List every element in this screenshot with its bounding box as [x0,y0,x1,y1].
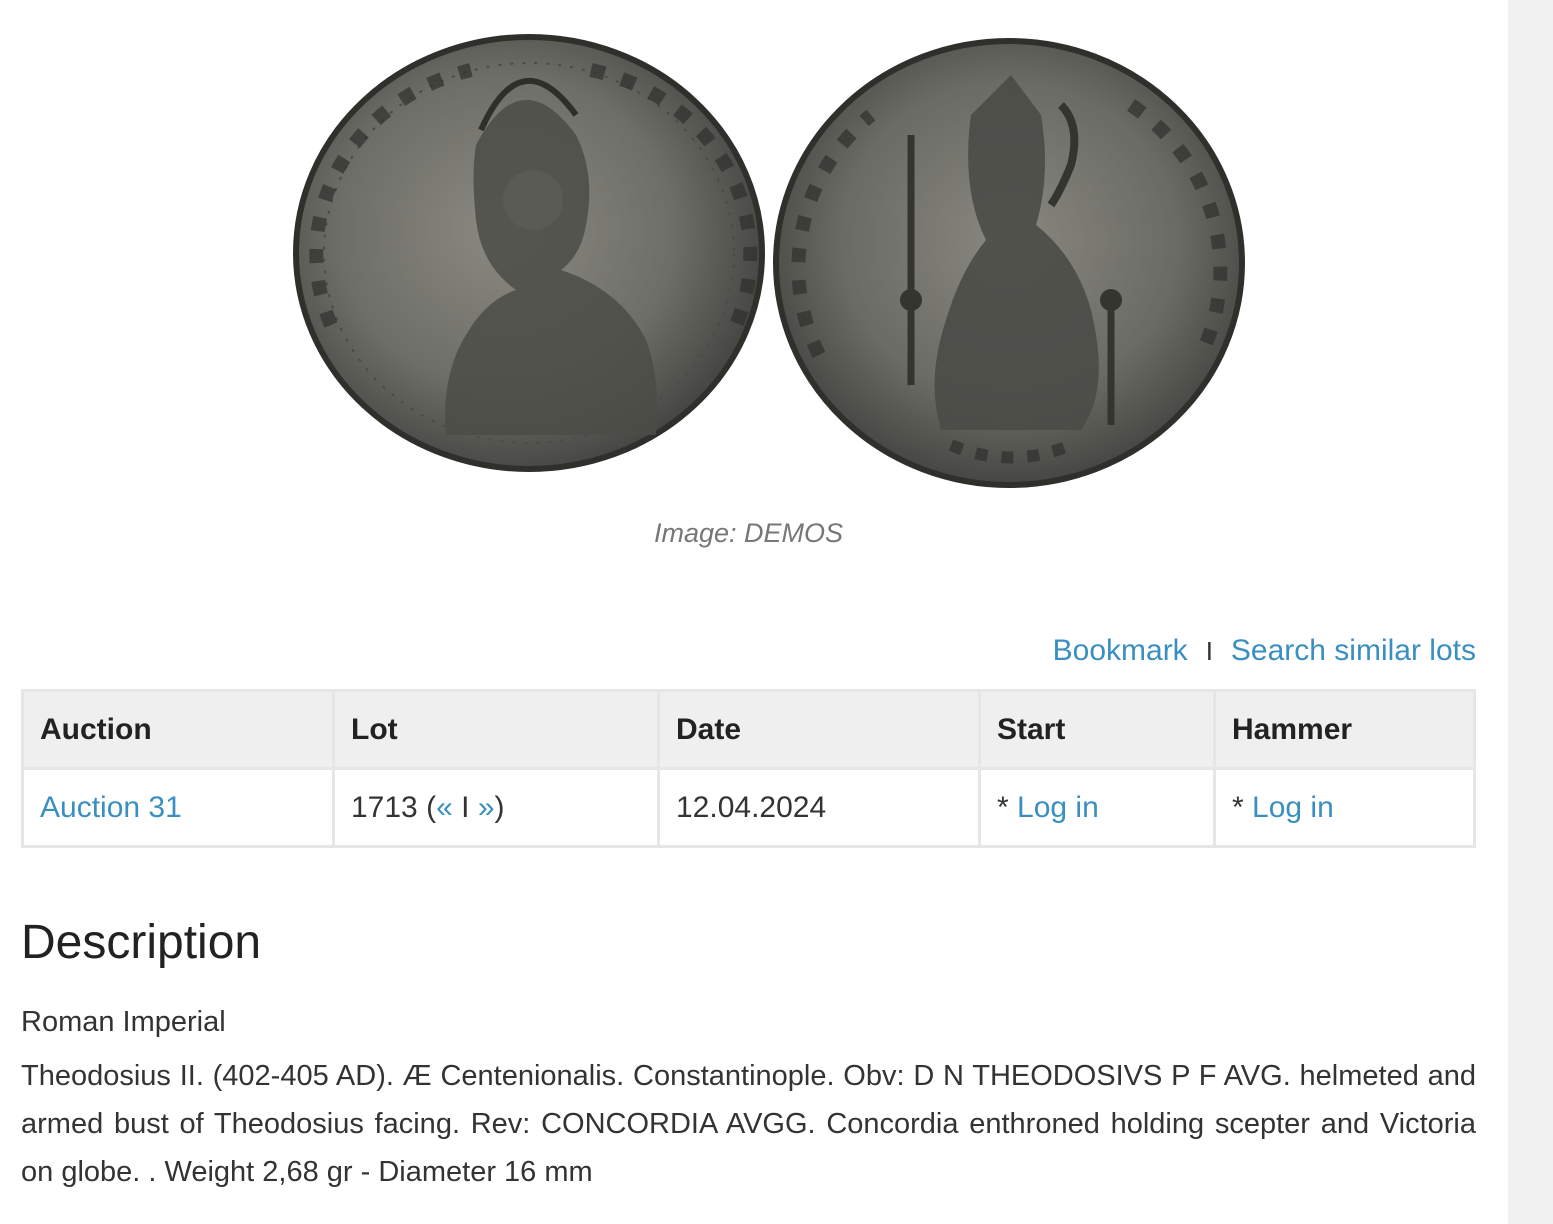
hammer-login-link[interactable]: Log in [1252,791,1334,824]
coin-image[interactable]: . [271,25,1251,495]
coin-image-figure: . Image: DEMOS [21,0,1476,600]
column-header-date: Date [657,689,981,770]
page: . Image: DEMOS [0,0,1553,1224]
scrollbar-track[interactable] [1508,0,1553,1224]
lot-number: 1713 [351,790,418,824]
search-similar-lots-link[interactable]: Search similar lots [1231,634,1476,668]
coin-reverse [773,38,1245,488]
bookmark-link[interactable]: Bookmark [1053,634,1188,668]
next-lot-link[interactable]: » [478,791,495,824]
hammer-cell: * Log in [1213,767,1476,848]
table-row: Auction 31 1713 (« I ») 12.04.2024 * Log… [21,767,1476,848]
auction-cell: Auction 31 [21,767,335,848]
description-body: Theodosius II. (402-405 AD). Æ Centenion… [21,1060,1476,1188]
date-cell: 12.04.2024 [657,767,981,848]
lot-actions: Bookmark I Search similar lots [1053,634,1476,668]
lot-nav-separator: I [461,790,470,824]
lot-content: . Image: DEMOS [21,0,1476,1188]
column-header-auction: Auction [21,689,335,770]
lot-table: Auction Lot Date Start Hammer Auction 31… [21,689,1476,848]
description-title: Description [21,916,262,969]
start-login-link[interactable]: Log in [1017,791,1099,824]
start-cell: * Log in [978,767,1216,848]
coin-obverse: . [293,34,765,472]
lot-nav-close: ) [494,790,505,824]
lot-nav-open: ( [426,790,437,824]
actions-separator: I [1205,635,1213,666]
previous-lot-link[interactable]: « [436,791,453,824]
column-header-hammer: Hammer [1213,689,1476,770]
hammer-asterisk: * [1232,790,1253,824]
image-caption: Image: DEMOS [653,518,844,548]
description-category: Roman Imperial [21,1006,226,1038]
column-header-start: Start [978,689,1216,770]
column-header-lot: Lot [332,689,660,770]
auction-link[interactable]: Auction 31 [40,791,182,824]
lot-cell: 1713 (« I ») [332,767,660,848]
table-header-row: Auction Lot Date Start Hammer [21,689,1476,770]
start-asterisk: * [997,790,1018,824]
